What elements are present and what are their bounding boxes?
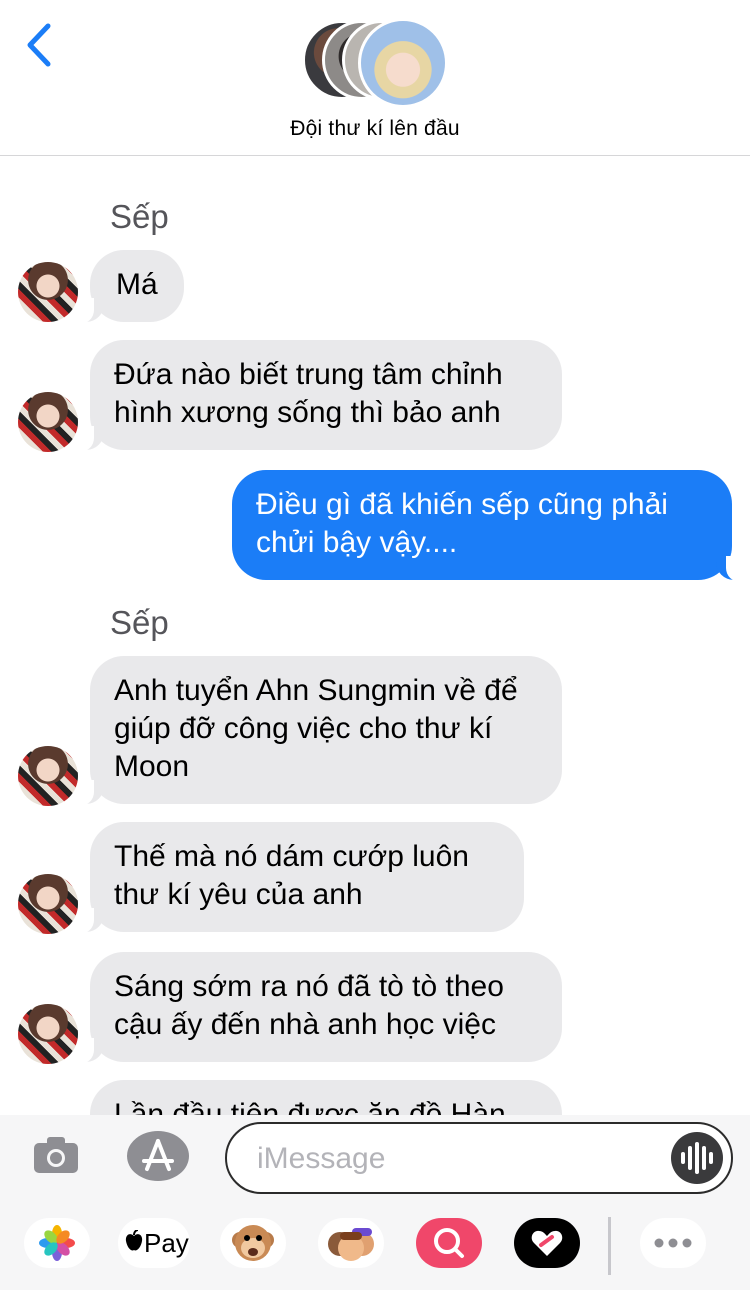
sender-avatar[interactable]	[18, 746, 78, 806]
sender-avatar[interactable]	[18, 262, 78, 322]
group-name[interactable]: Đội thư kí lên đầu	[0, 117, 750, 141]
conversation-header: Đội thư kí lên đầu	[0, 0, 750, 156]
message-placeholder: iMessage	[257, 1142, 386, 1175]
sender-avatar[interactable]	[18, 874, 78, 934]
app-drawer: Pay	[0, 1203, 750, 1290]
compose-bar: iMessage	[0, 1115, 750, 1203]
more-icon[interactable]	[640, 1218, 706, 1268]
sender-avatar[interactable]	[18, 1004, 78, 1064]
bubble-tail	[70, 1038, 104, 1064]
sender-name: Sếp	[110, 198, 169, 235]
apple-pay-label: Pay	[144, 1228, 189, 1258]
animoji-icon[interactable]	[220, 1218, 286, 1268]
memoji-icon[interactable]	[318, 1218, 384, 1268]
sender-avatar[interactable]	[18, 392, 78, 452]
outgoing-bubble[interactable]: Điều gì đã khiến sếp cũng phải chửi bậy …	[232, 470, 732, 580]
incoming-bubble[interactable]: Sáng sớm ra nó đã tò tò theo cậu ấy đến …	[90, 952, 562, 1062]
message-thread: Sếp Má Đứa nào biết trung tâm chỉnh hình…	[0, 156, 750, 1116]
incoming-bubble[interactable]: Má	[90, 250, 184, 322]
incoming-bubble[interactable]: Anh tuyển Ahn Sungmin về để giúp đỡ công…	[90, 656, 562, 804]
bubble-tail	[70, 426, 104, 452]
bubble-tail	[70, 908, 104, 934]
message-input[interactable]: iMessage	[225, 1122, 733, 1194]
image-search-icon[interactable]	[416, 1218, 482, 1268]
drawer-divider	[608, 1217, 611, 1275]
waveform-icon[interactable]	[671, 1132, 723, 1184]
app-store-icon[interactable]	[127, 1131, 189, 1181]
apple-pay-icon[interactable]: Pay	[118, 1218, 190, 1268]
photos-icon[interactable]	[24, 1218, 90, 1268]
camera-icon[interactable]	[32, 1135, 80, 1175]
bubble-tail	[716, 556, 750, 582]
incoming-bubble[interactable]: Thế mà nó dám cướp luôn thư kí yêu của a…	[90, 822, 524, 932]
group-member-avatar	[358, 18, 448, 108]
sender-name: Sếp	[110, 604, 169, 641]
digital-touch-icon[interactable]	[514, 1218, 580, 1268]
bubble-tail	[70, 780, 104, 806]
group-avatars[interactable]	[300, 18, 450, 108]
bubble-tail	[70, 298, 104, 324]
incoming-bubble[interactable]: Lần đầu tiên được ăn đồ Hàn	[90, 1080, 562, 1116]
incoming-bubble[interactable]: Đứa nào biết trung tâm chỉnh hình xương …	[90, 340, 562, 450]
chevron-left-icon[interactable]	[22, 22, 58, 68]
